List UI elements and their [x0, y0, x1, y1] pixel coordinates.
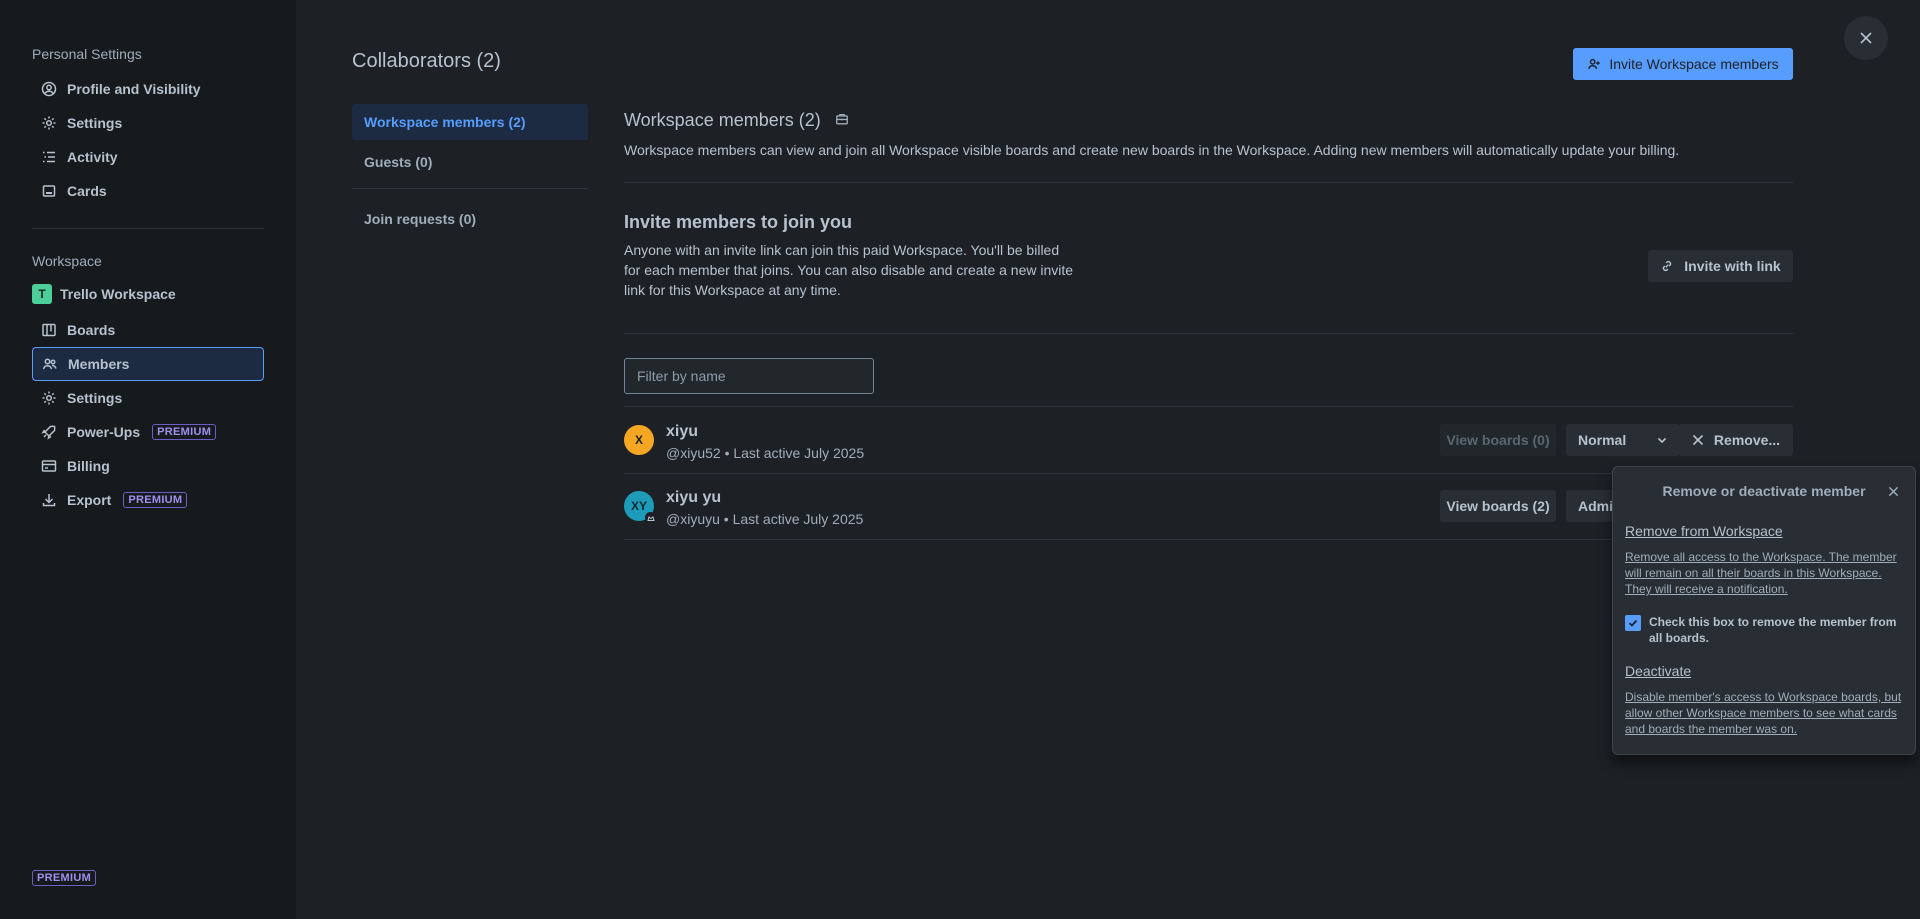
popover-title: Remove or deactivate member: [1662, 483, 1866, 499]
page-title: Collaborators (2): [352, 50, 501, 72]
section-description: Workspace members can view and join all …: [624, 142, 1680, 158]
invite-description: Anyone with an invite link can join this…: [624, 242, 1074, 298]
sidebar-item-label: Settings: [67, 390, 123, 406]
gear-icon: [41, 390, 57, 406]
member-meta: @xiyuyu • Last active July 2025: [666, 511, 864, 527]
invite-with-link-button[interactable]: Invite with link: [1648, 250, 1793, 282]
sidebar-item-label: Members: [68, 356, 130, 372]
tab-join-requests[interactable]: Join requests (0): [352, 201, 588, 237]
link-icon: [1663, 260, 1672, 272]
sidebar-item-label: Settings: [67, 115, 123, 131]
remove-label: Remove...: [1713, 432, 1781, 448]
invite-with-link-label: Invite with link: [1684, 258, 1781, 274]
sidebar-item-power-ups[interactable]: Power-Ups PREMIUM: [32, 415, 264, 449]
sidebar-item-label: Profile and Visibility: [67, 81, 201, 97]
tab-workspace-members[interactable]: Workspace members (2): [352, 104, 588, 140]
sidebar-item-workspace-settings[interactable]: Settings: [32, 381, 264, 415]
card-icon: [41, 183, 57, 199]
sidebar-item-label: Export: [67, 492, 112, 508]
members-icon: [42, 356, 58, 372]
profile-icon: [41, 81, 57, 97]
filter-by-name-input[interactable]: [624, 358, 874, 394]
tab-divider: [352, 188, 588, 189]
remove-from-workspace-description[interactable]: Remove all access to the Workspace. The …: [1625, 549, 1907, 597]
sidebar-item-label: Boards: [67, 322, 116, 338]
invite-workspace-members-button[interactable]: Invite Workspace members: [1573, 48, 1793, 80]
add-person-icon: [1588, 58, 1600, 70]
deactivate-description[interactable]: Disable member's access to Workspace boa…: [1625, 689, 1907, 737]
sidebar-divider: [32, 228, 264, 229]
avatar-initials: XY: [630, 499, 647, 513]
premium-badge: PREMIUM: [123, 492, 188, 508]
checkmark-icon: [1628, 619, 1638, 627]
workspace-heading: Workspace: [32, 253, 102, 269]
section-title-row: Workspace members (2): [624, 110, 849, 131]
workspace-name: Trello Workspace: [60, 286, 176, 302]
avatar[interactable]: X: [624, 425, 654, 455]
sidebar-item-label: Activity: [67, 149, 118, 165]
avatar[interactable]: XY: [624, 491, 656, 523]
member-meta: @xiyu52 • Last active July 2025: [666, 445, 865, 461]
main-panel: Collaborators (2) Invite Workspace membe…: [296, 0, 1920, 919]
sidebar: Personal Settings Profile and Visibility…: [0, 0, 296, 919]
chevron-down-icon: [1657, 437, 1667, 444]
boards-icon: [41, 322, 57, 338]
member-row: X xiyu @xiyu52 • Last active July 2025 V…: [624, 407, 1793, 473]
sidebar-item-billing[interactable]: Billing: [32, 449, 264, 483]
view-boards-button[interactable]: View boards (2): [1440, 490, 1556, 522]
checkbox-label: Check this box to remove the member from…: [1649, 615, 1897, 645]
tab-guests[interactable]: Guests (0): [352, 144, 588, 180]
popover-close-button[interactable]: [1883, 481, 1903, 501]
invite-workspace-members-label: Invite Workspace members: [1609, 56, 1779, 72]
divider: [624, 182, 1793, 183]
credit-card-icon: [41, 458, 57, 474]
remove-member-popover: Remove or deactivate member Remove from …: [1612, 466, 1916, 755]
close-button[interactable]: [1844, 16, 1888, 60]
member-name: xiyu: [666, 423, 699, 440]
workspace-name-row: T Trello Workspace: [32, 279, 264, 309]
close-icon: [1888, 486, 1898, 496]
avatar-initials: X: [634, 433, 643, 447]
sidebar-item-settings[interactable]: Settings: [32, 106, 264, 140]
role-label: Normal: [1578, 432, 1627, 448]
role-select[interactable]: Normal: [1566, 424, 1680, 456]
admin-indicator-icon: [645, 512, 656, 523]
workspace-avatar: T: [32, 284, 52, 304]
sidebar-item-members[interactable]: Members: [32, 347, 264, 381]
sidebar-item-label: Power-Ups: [67, 424, 141, 440]
remove-from-workspace-link[interactable]: Remove from Workspace: [1625, 523, 1783, 539]
remove-member-button[interactable]: Remove...: [1679, 424, 1793, 456]
sidebar-item-export[interactable]: Export PREMIUM: [32, 483, 264, 517]
sidebar-item-boards[interactable]: Boards: [32, 313, 264, 347]
close-icon: [1692, 434, 1703, 446]
rocket-icon: [41, 424, 57, 440]
member-name: xiyu yu: [666, 489, 722, 506]
sidebar-item-cards[interactable]: Cards: [32, 174, 264, 208]
sidebar-item-activity[interactable]: Activity: [32, 140, 264, 174]
invite-title: Invite members to join you: [624, 212, 853, 232]
collaborator-tabs: Workspace members (2) Guests (0) Join re…: [352, 104, 588, 237]
premium-badge: PREMIUM: [152, 424, 217, 440]
view-boards-button: View boards (0): [1440, 424, 1556, 456]
briefcase-icon[interactable]: [835, 110, 849, 131]
remove-from-all-boards-checkbox[interactable]: [1625, 615, 1641, 631]
gear-icon: [41, 115, 57, 131]
section-title: Workspace members (2): [624, 110, 821, 130]
personal-settings-heading: Personal Settings: [32, 46, 142, 62]
sidebar-item-label: Cards: [67, 183, 107, 199]
sidebar-item-label: Billing: [67, 458, 110, 474]
sidebar-item-profile[interactable]: Profile and Visibility: [32, 72, 264, 106]
divider: [624, 333, 1793, 334]
download-icon: [41, 492, 57, 508]
activity-icon: [41, 149, 57, 165]
premium-badge-bottom[interactable]: PREMIUM: [32, 870, 97, 886]
close-icon: [1860, 32, 1872, 44]
deactivate-link[interactable]: Deactivate: [1625, 663, 1691, 679]
